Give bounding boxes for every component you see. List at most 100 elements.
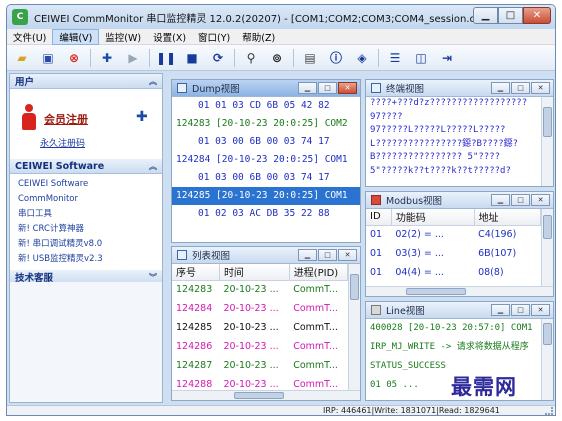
- list-row[interactable]: 124283 20-10-23 ... CommT...: [172, 280, 348, 299]
- panel-close-button[interactable]: ✕: [531, 304, 550, 316]
- panel-maximize-button[interactable]: □: [511, 82, 530, 94]
- panel-close-button[interactable]: ✕: [531, 194, 550, 206]
- list-row[interactable]: 124287 20-10-23 ... CommT...: [172, 356, 348, 375]
- list-view-body[interactable]: 序号 时间 进程(PID) 124283 20-10-23 ... CommT... 12…: [172, 264, 348, 390]
- save-icon[interactable]: ▣: [39, 49, 57, 67]
- layers-icon[interactable]: ◈: [353, 49, 371, 67]
- collapse-icon[interactable]: ︽: [149, 161, 157, 172]
- panel-close-button[interactable]: ✕: [338, 82, 357, 94]
- resize-grip[interactable]: [545, 407, 553, 415]
- panel-maximize-button[interactable]: □: [318, 249, 337, 261]
- modbus-view-body[interactable]: ID 功能码 地址 01 02(2) = ... C4(196) 01 03(3) = ..…: [366, 209, 541, 286]
- add-icon[interactable]: ✚: [98, 49, 116, 67]
- list-hscrollbar[interactable]: [172, 390, 360, 400]
- modbus-row[interactable]: 01 02(2) = ... C4(196): [366, 225, 541, 244]
- page-icon[interactable]: ▤: [301, 49, 319, 67]
- member-register-link[interactable]: 会员注册: [44, 111, 88, 127]
- exit-icon[interactable]: ⇥: [438, 49, 456, 67]
- dump-row[interactable]: 01 01 03 CD 6B 05 42 82: [172, 97, 360, 115]
- expand-icon[interactable]: ︾: [149, 272, 157, 283]
- panel-maximize-button[interactable]: □: [511, 194, 530, 206]
- line-entry: IRP_MJ_WRITE -> 请求将数据从程序: [370, 342, 529, 352]
- list-scrollbar[interactable]: [348, 264, 360, 390]
- panel-minimize-button[interactable]: ▁: [491, 82, 510, 94]
- modbus-cell: 03(3) = ...: [395, 248, 444, 259]
- menu-monitor[interactable]: 监控(W): [99, 30, 147, 44]
- software-link[interactable]: 新! CRC计算神器: [10, 222, 162, 237]
- layout-horizontal-icon[interactable]: ☰: [386, 49, 404, 67]
- modbus-hscrollbar[interactable]: [366, 286, 553, 296]
- list-column-header[interactable]: 进程(PID): [289, 264, 348, 281]
- modbus-cell: 02(2) = ...: [395, 229, 444, 241]
- line-view-header[interactable]: Line视图 ▁ □ ✕: [366, 302, 553, 319]
- list-row[interactable]: 124286 20-10-23 ... CommT...: [172, 337, 348, 356]
- user-section-header[interactable]: 用户 ︽: [10, 74, 162, 89]
- software-section-header[interactable]: CEIWEI Software ︽: [10, 159, 162, 174]
- software-link[interactable]: 新! USB监控精灵v2.3: [10, 252, 162, 267]
- dump-row[interactable]: 124284 [20-10-23 20:0:25] COM1: [172, 151, 360, 169]
- software-link[interactable]: CEIWEI Software: [10, 177, 162, 192]
- add-icon[interactable]: ✚: [136, 109, 148, 125]
- dump-view-header[interactable]: Dump视图 ▁ □ ✕: [172, 80, 360, 97]
- menu-settings[interactable]: 设置(X): [147, 30, 192, 44]
- terminal-view-header[interactable]: 终端视图 ▁ □ ✕: [366, 80, 553, 97]
- modbus-row[interactable]: 01 03(3) = ... 6B(107): [366, 244, 541, 263]
- software-section-title: CEIWEI Software: [15, 160, 105, 172]
- stop-icon[interactable]: ■: [183, 49, 201, 67]
- modbus-column-header[interactable]: 地址: [474, 209, 541, 226]
- minimize-button[interactable]: ▁: [473, 7, 498, 24]
- software-link[interactable]: 串口工具: [10, 207, 162, 222]
- collapse-icon[interactable]: ︽: [149, 76, 157, 87]
- panel-maximize-button[interactable]: □: [511, 304, 530, 316]
- modbus-view-header[interactable]: Modbus视图 ▁ □ ✕: [366, 192, 553, 209]
- info-icon[interactable]: ⓘ: [327, 49, 345, 67]
- dump-row[interactable]: 124285 [20-10-23 20:0:25] COM1: [172, 187, 360, 205]
- software-link[interactable]: CommMonitor: [10, 192, 162, 207]
- modbus-column-header[interactable]: ID: [366, 209, 392, 226]
- refresh-icon[interactable]: ⟳: [209, 49, 227, 67]
- close-button[interactable]: ✕: [523, 7, 551, 24]
- dump-row[interactable]: 01 03 00 6B 00 03 74 17: [172, 169, 360, 187]
- list-row[interactable]: 124288 20-10-23 ... CommT...: [172, 375, 348, 390]
- permanent-code-link[interactable]: 永久注册码: [40, 136, 85, 149]
- software-link[interactable]: 新! 串口调试精灵v8.0: [10, 237, 162, 252]
- list-column-header[interactable]: 时间: [219, 264, 290, 281]
- dump-row[interactable]: 01 03 00 6B 00 03 74 17: [172, 133, 360, 151]
- find-icon[interactable]: ⊚: [268, 49, 286, 67]
- list-row[interactable]: 124285 20-10-23 ... CommT...: [172, 318, 348, 337]
- maximize-button[interactable]: □: [498, 7, 523, 24]
- panel-minimize-button[interactable]: ▁: [298, 249, 317, 261]
- terminal-view-body[interactable]: ????+???d?z?????????????????? 97???? 97???…: [366, 97, 541, 186]
- dump-view-body[interactable]: 01 01 03 CD 6B 05 42 82 124283 [20-10-23 …: [172, 97, 360, 242]
- close-icon: ✕: [532, 10, 542, 21]
- menu-edit[interactable]: 编辑(V): [52, 28, 100, 45]
- panel-minimize-button[interactable]: ▁: [298, 82, 317, 94]
- pause-icon[interactable]: ❚❚: [156, 49, 176, 67]
- panel-close-button[interactable]: ✕: [338, 249, 357, 261]
- dump-row[interactable]: 124283 [20-10-23 20:0:25] COM2: [172, 115, 360, 133]
- terminal-scrollbar[interactable]: [541, 97, 553, 186]
- modbus-view-title: Modbus视图: [386, 196, 443, 207]
- panel-close-button[interactable]: ✕: [531, 82, 550, 94]
- play-icon[interactable]: ▶: [124, 49, 142, 67]
- panel-minimize-button[interactable]: ▁: [491, 304, 510, 316]
- menu-file[interactable]: 文件(U): [7, 30, 52, 44]
- modbus-cell: 6B(107): [478, 248, 517, 259]
- list-column-header[interactable]: 序号: [172, 264, 220, 281]
- modbus-scrollbar[interactable]: [541, 209, 553, 286]
- open-folder-icon[interactable]: ▰: [13, 49, 31, 67]
- menu-window[interactable]: 窗口(Y): [192, 30, 236, 44]
- stop-red-icon[interactable]: ⊗: [65, 49, 83, 67]
- list-view-header[interactable]: 列表视图 ▁ □ ✕: [172, 247, 360, 264]
- modbus-column-header[interactable]: 功能码: [391, 209, 475, 226]
- layout-vertical-icon[interactable]: ◫: [412, 49, 430, 67]
- toolbar-separator: [234, 48, 235, 67]
- list-row[interactable]: 124284 20-10-23 ... CommT...: [172, 299, 348, 318]
- modbus-row[interactable]: 01 04(4) = ... 08(8): [366, 263, 541, 282]
- panel-maximize-button[interactable]: □: [318, 82, 337, 94]
- filter-icon[interactable]: ⚲: [242, 49, 260, 67]
- panel-minimize-button[interactable]: ▁: [491, 194, 510, 206]
- menu-help[interactable]: 帮助(Z): [236, 30, 281, 44]
- line-scrollbar[interactable]: [541, 319, 553, 400]
- dump-row[interactable]: 01 02 03 AC DB 35 22 88: [172, 205, 360, 223]
